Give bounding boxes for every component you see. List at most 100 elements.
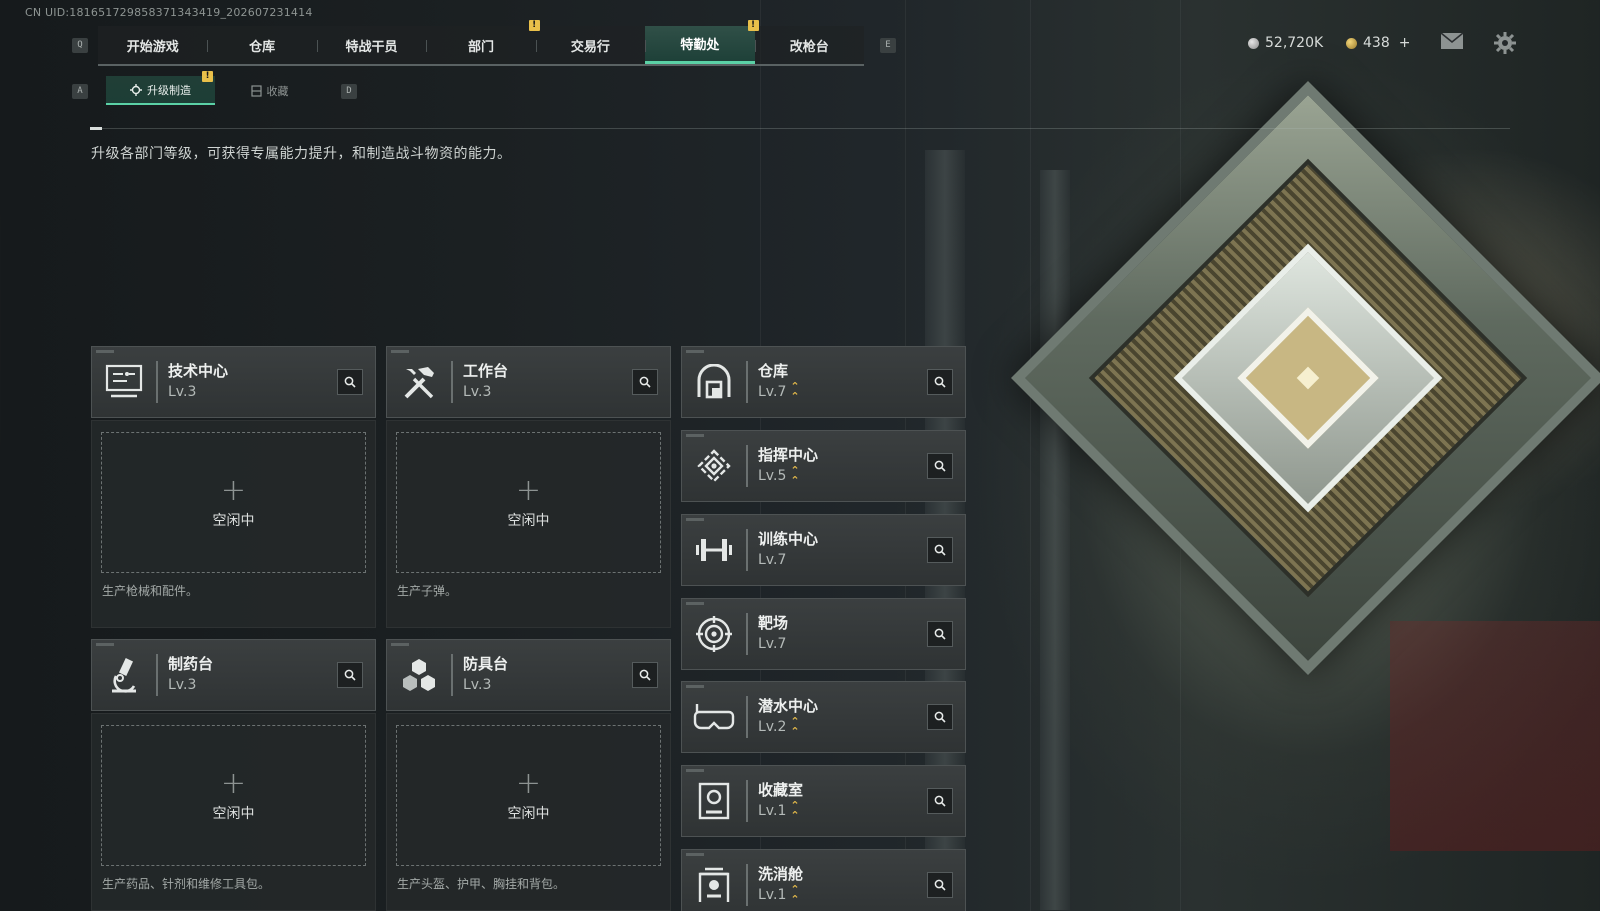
computer-icon [92,347,156,417]
silver-amount: 52,720K [1265,35,1324,51]
decon-icon [682,850,746,911]
inspect-button[interactable] [927,621,953,647]
upgrade-arrow-icon: ⌃ ⌃ [790,799,800,822]
card-tech-center[interactable]: 技术中心 Lv.3 [91,346,376,418]
tab-special-ops[interactable]: 特勤处! [645,20,759,64]
search-icon [934,376,946,388]
cabinet-icon [250,84,262,97]
divider-accent [90,127,102,130]
tab-gunsmith[interactable]: 改枪台 [754,26,864,64]
add-production-slot[interactable]: + 空闲中 [101,432,366,573]
facility-name: 收藏室 [758,781,804,799]
nav-prev-key[interactable]: Q [72,38,88,53]
inspect-button[interactable] [927,788,953,814]
facility-name: 靶场 [758,614,789,632]
inspect-button[interactable] [927,537,953,563]
tab-collection[interactable]: 收藏 [215,76,324,105]
facility-name: 潜水中心 [758,697,819,715]
cube-artwork [1011,81,1600,675]
facility-decon-chamber[interactable]: 洗消舱 Lv.1 ⌃ ⌃ [681,849,966,911]
upgrade-arrow-icon: ⌃ ⌃ [790,883,800,906]
subnav-prev-key[interactable]: A [72,84,88,99]
facility-diving-center[interactable]: 潜水中心 Lv.2 ⌃ ⌃ [681,681,966,753]
plus-icon: + [220,765,247,801]
subnav-next-key[interactable]: D [341,84,357,99]
microscope-icon [92,640,156,710]
add-production-slot[interactable]: + 空闲中 [396,432,661,573]
silver-coin-icon [1248,37,1259,49]
search-icon [639,669,651,681]
target-icon [682,599,746,669]
facility-level: Lv.7 [758,552,787,568]
card-armor-bench[interactable]: 防具台 Lv.3 [386,639,671,711]
nav-next-key[interactable]: E [880,38,896,53]
card-level: Lv.3 [463,677,492,693]
card-level: Lv.3 [168,384,197,400]
production-slot-workbench: + 空闲中 生产子弹。 [386,420,671,628]
facility-level: Lv.5 [758,468,787,484]
card-note: 生产子弹。 [397,584,458,598]
uid-label: CN UID:1816517298583713434​19_2026072314… [25,6,313,19]
tools-icon [387,347,451,417]
tab-upgrade-craft[interactable]: 升级制造 ! [106,71,215,105]
facility-command-center[interactable]: 指挥中心 Lv.5 ⌃ ⌃ [681,430,966,502]
inspect-button[interactable] [927,704,953,730]
search-icon [934,544,946,556]
facility-training-center[interactable]: 训练中心 Lv.7 [681,514,966,586]
search-icon [934,460,946,472]
facility-level: Lv.7 [758,636,787,652]
card-name: 技术中心 [168,362,229,380]
facility-warehouse[interactable]: 仓库 Lv.7 ⌃ ⌃ [681,346,966,418]
page-description: 升级各部门等级，可获得专属能力提升，和制造战斗物资的能力。 [91,146,512,162]
plus-icon: + [515,472,542,508]
vault-icon [682,347,746,417]
silver-currency: 52,720K [1248,35,1323,51]
facility-level: Lv.2 [758,719,787,735]
tab-operators[interactable]: 特战干员 [316,26,426,64]
card-workbench[interactable]: 工作台 Lv.3 [386,346,671,418]
inspect-button[interactable] [927,369,953,395]
inspect-button[interactable] [337,369,363,395]
upgrade-arrow-icon: ⌃ ⌃ [790,464,800,487]
facility-shooting-range[interactable]: 靶场 Lv.7 [681,598,966,670]
inspect-button[interactable] [927,872,953,898]
facility-level: Lv.1 [758,887,787,903]
add-production-slot[interactable]: + 空闲中 [396,725,661,866]
tab-department[interactable]: 部门! [426,20,540,64]
gold-coin-icon [1346,37,1357,49]
plus-icon: + [515,765,542,801]
tab-market[interactable]: 交易行 [535,26,645,64]
command-icon [682,431,746,501]
facility-collection-room[interactable]: 收藏室 Lv.1 ⌃ ⌃ [681,765,966,837]
inspect-button[interactable] [632,369,658,395]
card-note: 生产头盔、护甲、胸挂和背包。 [397,877,566,891]
divider-line [90,128,1510,129]
settings-gear-icon[interactable] [1494,32,1520,54]
tab-start-game[interactable]: 开始游戏 [98,26,207,64]
search-icon [934,879,946,891]
inspect-button[interactable] [927,453,953,479]
boxes-icon [387,640,451,710]
card-level: Lv.3 [168,677,197,693]
gold-currency[interactable]: 438 + [1346,35,1410,51]
tab-warehouse[interactable]: 仓库 [207,26,316,64]
card-level: Lv.3 [463,384,492,400]
search-icon [639,376,651,388]
production-slot-pharmacy: + 空闲中 生产药品、针剂和维修工具包。 [91,713,376,911]
facility-name: 洗消舱 [758,865,804,883]
gold-amount: 438 [1363,35,1390,51]
inspect-button[interactable] [337,662,363,688]
add-gold-button[interactable]: + [1399,35,1411,51]
dumbbell-icon [682,515,746,585]
production-slot-armor: + 空闲中 生产头盔、护甲、胸挂和背包。 [386,713,671,911]
inspect-button[interactable] [632,662,658,688]
facility-name: 训练中心 [758,530,819,548]
mail-icon[interactable] [1440,32,1466,54]
card-name: 工作台 [463,362,509,380]
add-production-slot[interactable]: + 空闲中 [101,725,366,866]
card-pharmacy[interactable]: 制药台 Lv.3 [91,639,376,711]
card-name: 制药台 [168,655,214,673]
search-icon [934,795,946,807]
gear-upgrade-icon [130,83,142,96]
facility-level: Lv.1 [758,803,787,819]
